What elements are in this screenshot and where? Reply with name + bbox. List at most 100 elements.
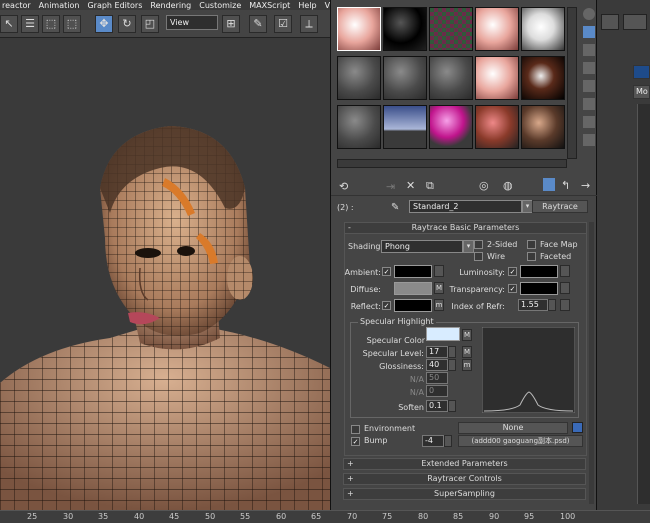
transparency-map-button[interactable] bbox=[560, 282, 570, 294]
raytracer-controls-rollout[interactable]: + Raytracer Controls bbox=[343, 473, 586, 485]
select-icon[interactable]: ↖ bbox=[0, 15, 18, 33]
bump-map-button[interactable]: (addd00 gaoguang副本.psd) bbox=[458, 435, 583, 447]
get-material-icon[interactable]: ⟲ bbox=[339, 180, 348, 193]
perspective-viewport[interactable] bbox=[0, 38, 330, 510]
go-sibling-icon[interactable]: → bbox=[581, 179, 590, 192]
environment-checkbox[interactable] bbox=[351, 425, 360, 434]
reference-coordinate-select[interactable]: View bbox=[166, 15, 218, 30]
specular-level-map-button[interactable]: M bbox=[462, 346, 472, 358]
material-type-button[interactable]: Raytrace bbox=[532, 200, 588, 213]
transparency-swatch[interactable] bbox=[520, 282, 558, 295]
menu-graph-editors[interactable]: Graph Editors bbox=[87, 1, 142, 10]
glossiness-input[interactable]: 40 bbox=[426, 359, 448, 371]
bump-amount-input[interactable]: -4 bbox=[422, 435, 444, 447]
glossiness-map-button[interactable]: m bbox=[462, 359, 472, 371]
slots-horizontal-scrollbar[interactable] bbox=[337, 159, 567, 168]
menu-maxscript[interactable]: MAXScript bbox=[249, 1, 290, 10]
copy-icon[interactable]: ⧉ bbox=[426, 179, 434, 193]
put-to-scene-icon[interactable]: ⇥ bbox=[386, 180, 395, 193]
material-slot-2[interactable] bbox=[383, 7, 427, 51]
material-slot-6[interactable] bbox=[337, 56, 381, 100]
specular-level-input[interactable]: 17 bbox=[426, 346, 448, 358]
timeline-ruler[interactable]: 25 30 35 40 45 50 55 60 65 70 75 80 85 9… bbox=[0, 510, 650, 523]
background-icon[interactable] bbox=[583, 44, 595, 56]
raytrace-basic-rollout-header[interactable]: - Raytrace Basic Parameters bbox=[344, 222, 587, 234]
material-slot-8[interactable] bbox=[429, 56, 473, 100]
specular-color-swatch[interactable] bbox=[426, 327, 460, 341]
material-slot-15[interactable] bbox=[521, 105, 565, 149]
extended-parameters-rollout[interactable]: + Extended Parameters bbox=[343, 458, 586, 470]
go-parent-icon[interactable]: ↰ bbox=[561, 179, 570, 192]
specular-color-map-button[interactable]: M bbox=[462, 329, 472, 341]
select-by-name-icon[interactable]: ☰ bbox=[21, 15, 39, 33]
mirror-icon[interactable]: ⟂ bbox=[300, 15, 318, 33]
environment-lock-icon[interactable] bbox=[572, 422, 583, 433]
rotate-icon[interactable]: ↻ bbox=[118, 15, 136, 33]
luminosity-swatch[interactable] bbox=[520, 265, 558, 278]
reflect-swatch[interactable] bbox=[394, 299, 432, 312]
luminosity-checkbox[interactable]: ✓ bbox=[508, 267, 517, 276]
scale-icon[interactable]: ◰ bbox=[141, 15, 159, 33]
ior-map-button[interactable] bbox=[560, 299, 570, 311]
show-end-result-icon[interactable] bbox=[543, 178, 555, 191]
environment-map-button[interactable]: None bbox=[458, 422, 568, 434]
menu-help[interactable]: Help bbox=[298, 1, 316, 10]
material-slot-4[interactable] bbox=[475, 7, 519, 51]
material-slot-7[interactable] bbox=[383, 56, 427, 100]
faceted-checkbox[interactable] bbox=[527, 252, 536, 261]
sample-type-icon[interactable] bbox=[583, 8, 595, 20]
effect-channel-icon[interactable]: ◎ bbox=[479, 179, 489, 192]
material-slot-1[interactable] bbox=[337, 7, 381, 51]
uv-tiling-icon[interactable] bbox=[583, 62, 595, 74]
material-slot-10[interactable] bbox=[521, 56, 565, 100]
soften-input[interactable]: 0.1 bbox=[426, 400, 448, 412]
menu-rendering[interactable]: Rendering bbox=[150, 1, 191, 10]
modify-tab-icon[interactable] bbox=[623, 14, 647, 30]
manipulate-icon[interactable]: ✎ bbox=[249, 15, 267, 33]
color-swatch-icon[interactable] bbox=[633, 65, 650, 79]
video-check-icon[interactable] bbox=[583, 80, 595, 92]
params-scrollbar[interactable] bbox=[589, 222, 594, 504]
reflect-checkbox[interactable]: ✓ bbox=[382, 301, 391, 310]
glossiness-spinner[interactable] bbox=[448, 359, 456, 371]
luminosity-map-button[interactable] bbox=[560, 265, 570, 277]
material-name-input[interactable]: Standard_2 bbox=[409, 200, 522, 213]
menu-customize[interactable]: Customize bbox=[199, 1, 241, 10]
material-slot-5[interactable] bbox=[521, 7, 565, 51]
select-by-material-icon[interactable] bbox=[583, 134, 595, 146]
ambient-swatch[interactable] bbox=[394, 265, 432, 278]
slots-vertical-scrollbar[interactable] bbox=[567, 7, 577, 159]
backlight-icon[interactable] bbox=[583, 26, 595, 38]
material-slot-13[interactable] bbox=[429, 105, 473, 149]
ior-spinner[interactable] bbox=[548, 299, 556, 311]
modifier-list-dropdown[interactable]: Mo bbox=[633, 85, 650, 99]
material-slot-9[interactable] bbox=[475, 56, 519, 100]
delete-icon[interactable]: ✕ bbox=[406, 179, 415, 192]
bump-spinner[interactable] bbox=[444, 435, 452, 447]
two-sided-checkbox[interactable] bbox=[474, 240, 483, 249]
window-crossing-icon[interactable]: ⬚ bbox=[63, 15, 81, 33]
create-tab-icon[interactable] bbox=[601, 14, 619, 30]
shading-dropdown[interactable]: ▾ bbox=[463, 240, 474, 253]
shading-select[interactable]: Phong bbox=[381, 240, 463, 253]
material-slot-11[interactable] bbox=[337, 105, 381, 149]
diffuse-swatch[interactable] bbox=[394, 282, 432, 295]
supersampling-rollout[interactable]: + SuperSampling bbox=[343, 488, 586, 500]
bump-checkbox[interactable]: ✓ bbox=[351, 437, 360, 446]
wire-checkbox[interactable] bbox=[474, 252, 483, 261]
pick-material-icon[interactable]: ✎ bbox=[391, 202, 399, 213]
material-slot-12[interactable] bbox=[383, 105, 427, 149]
snap-icon[interactable]: ☑ bbox=[274, 15, 292, 33]
menu-reactor[interactable]: reactor bbox=[2, 1, 31, 10]
specular-level-spinner[interactable] bbox=[448, 346, 456, 358]
menu-animation[interactable]: Animation bbox=[39, 1, 80, 10]
face-map-checkbox[interactable] bbox=[527, 240, 536, 249]
transparency-checkbox[interactable]: ✓ bbox=[508, 284, 517, 293]
show-map-icon[interactable]: ◍ bbox=[503, 179, 513, 192]
ambient-checkbox[interactable]: ✓ bbox=[382, 267, 391, 276]
material-slot-14[interactable] bbox=[475, 105, 519, 149]
make-preview-icon[interactable] bbox=[583, 98, 595, 110]
material-slot-3[interactable] bbox=[429, 7, 473, 51]
move-icon[interactable]: ✥ bbox=[95, 15, 113, 33]
modifier-stack[interactable] bbox=[637, 104, 650, 504]
